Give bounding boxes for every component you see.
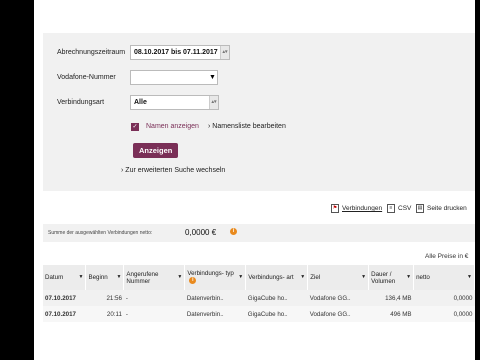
document-icon: ≡ <box>387 204 395 213</box>
col-header-net[interactable]: netto ▼ <box>413 265 475 290</box>
col-header-label: Verbindungs- art <box>248 274 294 281</box>
summary-value: 0,0000 € <box>185 228 217 237</box>
cell-called-number: - <box>125 310 128 318</box>
pdf-icon: ⚑ <box>331 204 339 213</box>
cell-connection-type: Datenverbin.. <box>186 294 224 302</box>
col-header-label: Ziel <box>310 274 321 281</box>
chevron-down-icon: ▼ <box>361 274 367 280</box>
chevron-right-icon: › <box>121 167 124 174</box>
chevron-down-icon: ▼ <box>238 274 244 280</box>
show-button[interactable]: Anzeigen <box>133 143 179 158</box>
summary-box: Summe der ausgewählten Verbindungen nett… <box>43 224 475 242</box>
col-header-start[interactable]: Beginn ▼ <box>85 265 125 290</box>
printer-icon: ▤ <box>416 204 424 213</box>
chevron-down-icon: ▼ <box>78 274 84 280</box>
csv-label: CSV <box>398 205 412 213</box>
table-header-row: Datum ▼ Beginn ▼ Angerufene Nummer ▼ Verbin… <box>43 265 475 290</box>
advanced-search-link[interactable]: › Zur erweiterten Suche wechseln <box>121 167 225 174</box>
col-header-label: netto <box>416 274 430 281</box>
period-label: Abrechnungszeitraum <box>57 49 126 56</box>
connections-label: Verbindungen <box>342 205 383 213</box>
col-header-label: Datum <box>45 274 64 281</box>
advanced-search-label: Zur erweiterten Suche wechseln <box>125 167 226 174</box>
period-value: 08.10.2017 bis 07.11.2017 <box>134 49 218 56</box>
cell-start: 21:56 <box>106 294 122 302</box>
cell-destination: Vodafone GG.. <box>309 294 351 302</box>
col-header-date[interactable]: Datum ▼ <box>43 265 87 290</box>
show-names-checkbox[interactable]: ✓ <box>131 123 139 131</box>
col-header-called-number[interactable]: Angerufene Nummer ▼ <box>123 265 186 290</box>
edit-names-link[interactable]: › Namensliste bearbeiten <box>208 123 286 130</box>
chevron-down-icon: ▴▾ <box>220 46 229 59</box>
info-icon[interactable]: i <box>189 277 197 285</box>
print-label: Seite drucken <box>427 205 467 213</box>
chevron-right-icon: › <box>208 123 211 130</box>
cell-date: 07.10.2017 <box>45 294 76 302</box>
info-icon[interactable]: i <box>230 228 237 235</box>
type-select[interactable]: Alle ▴▾ <box>130 95 219 110</box>
chevron-down-icon: ▼ <box>406 274 412 280</box>
col-header-connection-kind[interactable]: Verbindungs- art ▼ <box>245 265 309 290</box>
filter-panel: Abrechnungszeitraum 08.10.2017 bis 07.11… <box>43 33 475 191</box>
table-row: 07.10.2017 20:11 - Datenverbin.. GigaCub… <box>43 306 475 322</box>
table-row: 07.10.2017 21:56 - Datenverbin.. GigaCub… <box>43 290 475 306</box>
chevron-down-icon: ▼ <box>177 274 183 280</box>
show-names-label: Namen anzeigen <box>146 123 199 130</box>
connections-pdf-link[interactable]: ⚑ Verbindungen <box>331 204 382 213</box>
col-header-label: Beginn <box>88 274 108 281</box>
chevron-down-icon: ▼ <box>208 71 217 84</box>
col-header-label: Dauer / Volumen <box>371 270 396 285</box>
prices-note: Alle Preise in € <box>425 253 469 260</box>
cell-net: 0,0000 <box>453 310 473 318</box>
cell-date: 07.10.2017 <box>45 310 76 318</box>
cell-duration: 496 MB <box>390 310 412 318</box>
print-link[interactable]: ▤ Seite drucken <box>416 204 467 213</box>
summary-label: Summe der ausgewählten Verbindungen nett… <box>48 230 153 236</box>
cell-start: 20:11 <box>106 310 122 318</box>
chevron-down-icon: ▴▾ <box>209 96 218 109</box>
type-value: Alle <box>134 99 147 106</box>
col-header-duration[interactable]: Dauer / Volumen ▼ <box>368 265 415 290</box>
edit-names-label: Namensliste bearbeiten <box>212 123 286 130</box>
col-header-connection-type[interactable]: Verbindungs- typ ▼ i <box>184 265 247 290</box>
chevron-down-icon: ▼ <box>300 274 306 280</box>
chevron-down-icon: ▼ <box>116 274 122 280</box>
number-select[interactable]: ▼ <box>130 70 218 85</box>
type-label: Verbindungsart <box>57 99 105 106</box>
col-header-destination[interactable]: Ziel ▼ <box>307 265 370 290</box>
cell-called-number: - <box>125 294 128 302</box>
csv-link[interactable]: ≡ CSV <box>387 204 411 213</box>
col-header-label: Angerufene Nummer <box>126 270 159 285</box>
cell-net: 0,0000 <box>453 294 473 302</box>
page: Abrechnungszeitraum 08.10.2017 bis 07.11… <box>34 0 475 360</box>
col-header-label: Verbindungs- typ <box>187 270 234 278</box>
cell-connection-kind: GigaCube ho.. <box>247 310 288 318</box>
cell-duration: 136,4 MB <box>385 294 412 302</box>
cell-connection-kind: GigaCube ho.. <box>247 294 288 302</box>
number-label: Vodafone-Nummer <box>57 74 116 81</box>
cell-destination: Vodafone GG.. <box>309 310 351 318</box>
cell-connection-type: Datenverbin.. <box>186 310 224 318</box>
period-select[interactable]: 08.10.2017 bis 07.11.2017 ▴▾ <box>130 45 230 60</box>
connections-table: Datum ▼ Beginn ▼ Angerufene Nummer ▼ Verbin… <box>43 265 475 322</box>
chevron-down-icon: ▼ <box>467 274 472 280</box>
